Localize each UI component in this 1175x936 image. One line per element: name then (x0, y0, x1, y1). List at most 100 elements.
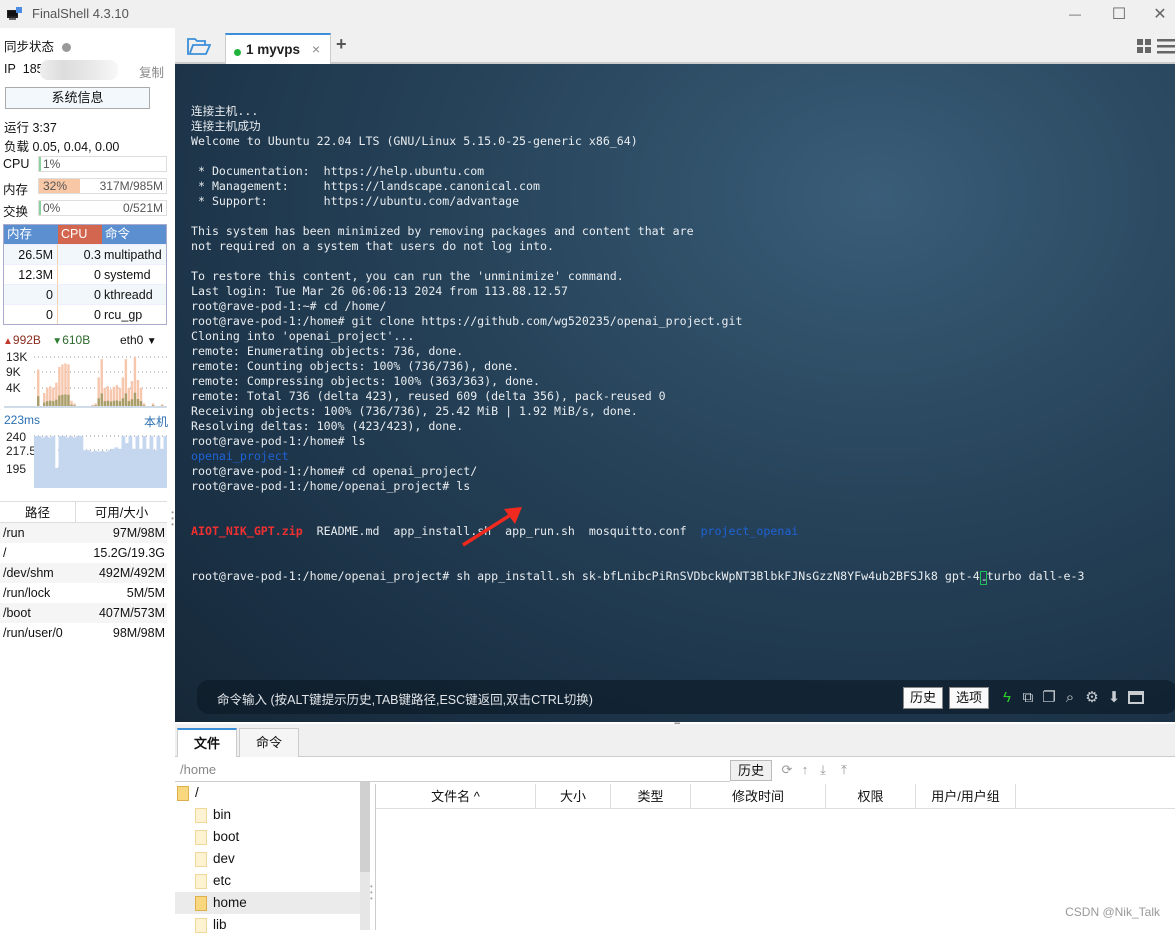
up-directory-icon[interactable]: ↑ (797, 762, 813, 778)
process-command: rcu_gp (102, 305, 166, 324)
column-header-size[interactable]: 大小 (536, 784, 611, 808)
process-memory: 26.5M (4, 245, 58, 264)
disk-size: 97M/98M (80, 523, 167, 543)
close-icon: ✕ (1153, 4, 1166, 24)
tab-files[interactable]: 文件 (177, 728, 237, 757)
tab-myvps[interactable]: 1 myvps × (225, 33, 331, 64)
y-tick-label: 13K (6, 350, 27, 364)
tree-item-home[interactable]: home (175, 892, 360, 914)
ip-row: IP 185 (4, 62, 44, 76)
tree-item-lib[interactable]: lib (175, 914, 360, 936)
path-history-button[interactable]: 历史 (730, 760, 772, 781)
upload-icon[interactable]: ⤒ (836, 762, 852, 778)
tree-scrollbar[interactable] (360, 782, 370, 930)
add-tab-button[interactable]: + (336, 34, 347, 55)
command-input-hint[interactable]: 命令输入 (按ALT键提示历史,TAB键路径,ESC键返回,双击CTRL切换) (217, 689, 593, 708)
disk-row[interactable]: /run 97M/98M (0, 523, 167, 543)
terminal-line: remote: Counting objects: 100% (736/736)… (191, 359, 1084, 374)
latency-bar (125, 443, 129, 488)
process-row[interactable]: 12.3M 0 systemd (4, 264, 166, 284)
open-folder-icon[interactable] (187, 38, 211, 56)
chevron-down-icon: ▼ (147, 336, 157, 347)
lightning-icon[interactable]: ϟ (998, 688, 1016, 706)
sync-status-dot-icon (62, 43, 71, 52)
column-header-path[interactable]: 路径 (0, 502, 76, 522)
copy-icon[interactable]: ⧉ (1019, 688, 1037, 706)
terminal-line: * Management: https://landscape.canonica… (191, 179, 1084, 194)
refresh-icon[interactable]: ⟳ (779, 762, 795, 778)
gear-icon[interactable]: ⚙ (1083, 688, 1101, 706)
column-header-owner[interactable]: 用户/用户组 (916, 784, 1016, 808)
process-memory: 12.3M (4, 265, 58, 284)
path-input[interactable] (175, 758, 730, 782)
terminal[interactable]: 连接主机...连接主机成功Welcome to Ubuntu 22.04 LTS… (175, 64, 1175, 722)
disk-row[interactable]: /dev/shm 492M/492M (0, 563, 167, 583)
session-tab-bar: 1 myvps × + (175, 28, 1175, 64)
column-header-permissions[interactable]: 权限 (826, 784, 916, 808)
uptime: 运行 3:37 (4, 117, 57, 136)
terminal-line: remote: Compressing objects: 100% (363/3… (191, 374, 1084, 389)
download-bar (116, 400, 118, 406)
y-tick-label: 4K (6, 381, 21, 395)
tree-item-etc[interactable]: etc (175, 870, 360, 892)
disk-row[interactable]: /run/lock 5M/5M (0, 583, 167, 603)
process-row[interactable]: 0 0 kthreadd (4, 284, 166, 304)
process-cpu: 0 (58, 265, 102, 284)
terminal-line: remote: Enumerating objects: 736, done. (191, 344, 1084, 359)
tree-item-bin[interactable]: bin (175, 804, 360, 826)
grid-layout-icon (1137, 39, 1151, 53)
disk-row[interactable]: / 15.2G/19.3G (0, 543, 167, 563)
network-interface-select[interactable]: eth0 ▼ (120, 333, 157, 347)
disk-row[interactable]: /run/user/0 98M/98M (0, 623, 167, 643)
latency-bar (55, 468, 59, 488)
ip-label: IP (4, 62, 16, 76)
disk-path: /run/lock (0, 583, 80, 603)
tree-item-boot[interactable]: boot (175, 826, 360, 848)
column-header-modified[interactable]: 修改时间 (691, 784, 826, 808)
paste-icon[interactable]: ❐ (1040, 688, 1058, 706)
terminal-line: * Support: https://ubuntu.com/advantage (191, 194, 1084, 209)
process-row[interactable]: 0 0 rcu_gp (4, 304, 166, 324)
column-header-command[interactable]: 命令 (102, 225, 166, 244)
download-bar (101, 393, 103, 406)
column-header-filename[interactable]: 文件名 ^ (376, 784, 536, 808)
usage-meter: 32% 317M/985M (38, 178, 167, 194)
download-icon[interactable]: ⤓ (815, 762, 831, 778)
tree-scrollbar-thumb[interactable] (360, 782, 370, 872)
system-info-button[interactable]: 系统信息 (5, 87, 150, 109)
terminal-line: root@rave-pod-1:/home/openai_project# ls (191, 479, 1084, 494)
tree-item-label: etc (213, 870, 231, 892)
process-cpu: 0.3 (58, 245, 102, 264)
latency-bar (115, 447, 119, 488)
search-icon[interactable]: ⌕ (1061, 688, 1079, 706)
column-header-cpu[interactable]: CPU (58, 225, 102, 244)
maximize-button[interactable]: ☐ (1104, 4, 1134, 24)
column-header-type[interactable]: 类型 (611, 784, 691, 808)
latency-bar (160, 449, 164, 488)
process-row[interactable]: 26.5M 0.3 multipathd (4, 244, 166, 264)
close-button[interactable]: ✕ (1145, 4, 1175, 24)
arrow-down-icon[interactable]: ⬇ (1105, 688, 1123, 706)
bottom-tab-bar: 文件 命令 (175, 724, 1175, 757)
tree-item-root[interactable]: / (175, 782, 360, 804)
minimize-button[interactable]: — (1060, 4, 1090, 24)
window-icon[interactable] (1127, 688, 1145, 706)
process-command: systemd (102, 265, 166, 284)
tree-splitter-handle[interactable]: ••• (370, 884, 373, 902)
close-tab-icon[interactable]: × (312, 41, 320, 57)
history-button[interactable]: 历史 (903, 687, 943, 709)
download-bar (37, 396, 39, 406)
copy-ip-link[interactable]: 复制 (139, 62, 164, 81)
layout-toggle-icons[interactable] (1135, 38, 1175, 54)
ping-stats: 223ms 本机 (4, 413, 168, 427)
download-bar (49, 401, 51, 406)
options-button[interactable]: 选项 (949, 687, 989, 709)
terminal-line: Cloning into 'openai_project'... (191, 329, 1084, 344)
tab-commands[interactable]: 命令 (239, 728, 299, 757)
disk-row[interactable]: /boot 407M/573M (0, 603, 167, 623)
tree-item-dev[interactable]: dev (175, 848, 360, 870)
column-header-memory[interactable]: 内存 (4, 225, 58, 244)
column-header-available-size[interactable]: 可用/大小 (76, 502, 167, 522)
command-input-bar[interactable]: 命令输入 (按ALT键提示历史,TAB键路径,ESC键返回,双击CTRL切换) … (197, 680, 1175, 714)
terminal-line (191, 254, 1084, 269)
